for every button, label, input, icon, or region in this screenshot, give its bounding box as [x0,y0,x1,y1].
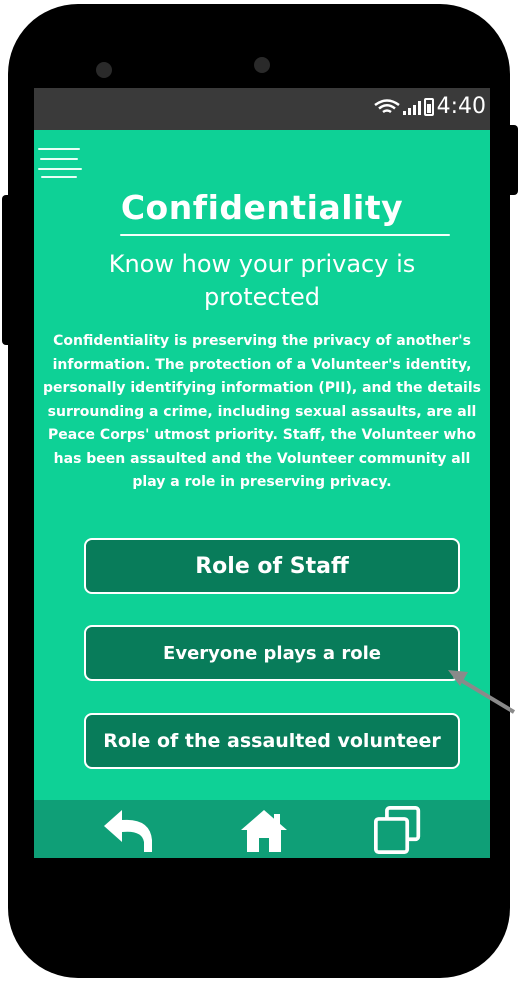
everyone-plays-a-role-button[interactable]: Everyone plays a role [84,625,460,681]
status-bar: 4:40 [34,88,490,130]
role-of-staff-button[interactable]: Role of Staff [84,538,460,594]
page-subtitle: Know how your privacy is protected [108,250,416,311]
bottom-nav-bar [34,800,490,858]
app-screen: Confidentiality Know how your privacy is… [34,130,490,800]
front-camera [96,62,112,78]
home-icon[interactable] [239,806,289,854]
body-text: Confidentiality is preserving the privac… [43,333,481,490]
page-title: Confidentiality [120,188,404,227]
back-icon[interactable] [100,806,160,854]
phone-side-button-right [508,125,518,195]
front-sensor [254,57,270,73]
status-icons: 4:40 [373,94,486,119]
hamburger-menu-icon[interactable] [38,142,84,178]
battery-icon [423,97,434,116]
annotation-arrow [448,670,516,714]
role-of-assaulted-volunteer-button[interactable]: Role of the assaulted volunteer [84,713,460,769]
status-time: 4:40 [436,94,486,119]
phone-side-button-left [2,195,12,345]
recent-apps-icon[interactable] [370,806,426,854]
signal-icon [402,99,421,115]
wifi-icon [373,98,400,113]
title-underline [120,234,450,236]
